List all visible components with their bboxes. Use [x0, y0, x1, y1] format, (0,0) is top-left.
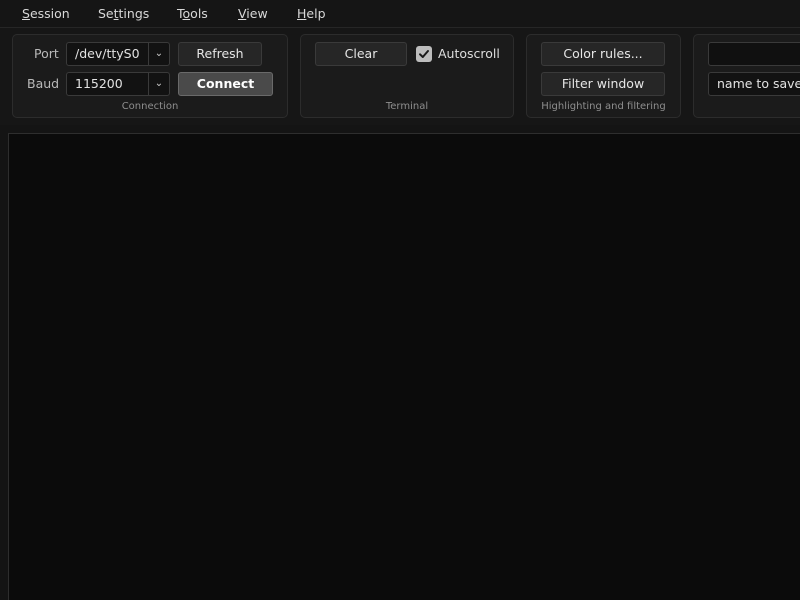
menu-settings[interactable]: Settings — [98, 0, 149, 27]
save-name-field[interactable]: name to save — [708, 72, 800, 96]
baud-select[interactable]: 115200 ⌄ — [66, 72, 170, 96]
terminal-caption: Terminal — [385, 101, 429, 112]
port-select[interactable]: /dev/ttyS0 ⌄ — [66, 42, 170, 66]
connection-group: Port /dev/ttyS0 ⌄ Refresh Baud 115200 ⌄ … — [12, 34, 288, 118]
chevron-down-icon[interactable]: ⌄ — [148, 73, 169, 95]
menu-session[interactable]: Session — [22, 0, 70, 27]
autoscroll-checkbox[interactable] — [416, 46, 432, 62]
serial-terminal-app: Session Settings Tools View Help Port /d… — [0, 0, 800, 600]
highlighting-group: Color rules... Filter window Highlightin… — [526, 34, 681, 118]
checkmark-icon — [419, 50, 429, 58]
chevron-down-icon[interactable]: ⌄ — [148, 43, 169, 65]
terminal-output[interactable] — [8, 133, 800, 600]
save-input[interactable] — [708, 42, 800, 66]
menu-view[interactable]: View — [238, 0, 268, 27]
connection-caption: Connection — [121, 101, 179, 112]
save-group: name to save — [693, 34, 800, 118]
color-rules-button[interactable]: Color rules... — [541, 42, 665, 66]
highlighting-caption: Highlighting and filtering — [541, 101, 666, 112]
filter-window-button[interactable]: Filter window — [541, 72, 665, 96]
menu-tools[interactable]: Tools — [177, 0, 208, 27]
autoscroll-label[interactable]: Autoscroll — [438, 42, 500, 66]
port-label: Port — [34, 46, 59, 61]
menu-help[interactable]: Help — [297, 0, 326, 27]
connect-button[interactable]: Connect — [178, 72, 273, 96]
clear-button[interactable]: Clear — [315, 42, 407, 66]
terminal-group: Clear Autoscroll Terminal — [300, 34, 514, 118]
toolbar: Port /dev/ttyS0 ⌄ Refresh Baud 115200 ⌄ … — [0, 28, 800, 125]
menu-bar: Session Settings Tools View Help — [0, 0, 800, 28]
baud-label: Baud — [27, 76, 60, 91]
refresh-button[interactable]: Refresh — [178, 42, 262, 66]
baud-value: 115200 — [75, 76, 123, 91]
port-value: /dev/ttyS0 — [75, 46, 140, 61]
